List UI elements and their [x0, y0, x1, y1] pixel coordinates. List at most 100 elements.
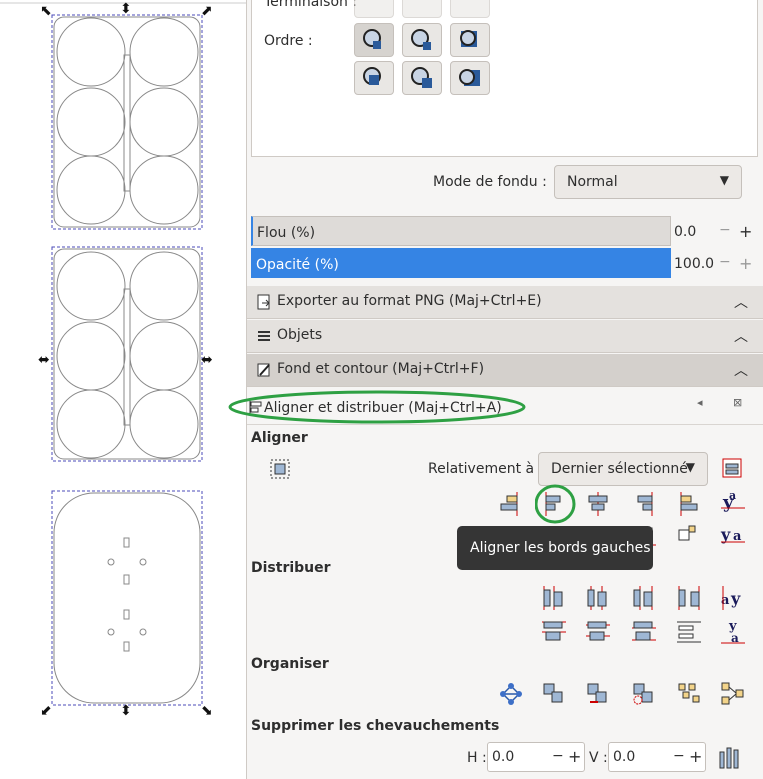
- order-stroke-fill-button[interactable]: [402, 23, 442, 57]
- blend-mode-select[interactable]: Normal ▼: [554, 165, 742, 199]
- svg-text:a: a: [729, 489, 736, 502]
- organiser-title: Organiser: [251, 656, 329, 672]
- chevron-up-icon[interactable]: ︿: [734, 326, 748, 346]
- order-fill-stroke-markers-button[interactable]: [354, 23, 394, 57]
- chevron-down-icon: ▼: [685, 460, 695, 474]
- blend-mode-value: Normal: [567, 174, 618, 190]
- order-icon: [460, 30, 477, 47]
- stroke-style-box: Terminaison : Ordre :: [251, 0, 758, 157]
- distribute-baseline-icon[interactable]: ay: [719, 584, 747, 612]
- unclump-icon[interactable]: [719, 680, 747, 708]
- dock-objets[interactable]: Objets ︿: [247, 320, 763, 353]
- v-value[interactable]: 0.0: [613, 749, 635, 765]
- align-top-to-bottom-icon[interactable]: [675, 522, 703, 550]
- distribute-right-icon[interactable]: [630, 584, 658, 612]
- distribute-top-icon[interactable]: [540, 618, 568, 646]
- svg-text:y: y: [730, 589, 741, 608]
- order-icon: [363, 29, 381, 49]
- distribute-vgaps-icon[interactable]: [675, 618, 703, 646]
- dock-export-png[interactable]: Exporter au format PNG (Maj+Ctrl+E) ︿: [247, 286, 763, 319]
- svg-text:y: y: [720, 525, 731, 544]
- align-left-to-right-icon[interactable]: [675, 490, 703, 518]
- scale-handle-top-right[interactable]: ⬈: [201, 4, 213, 18]
- dock-objets-label: Objets: [277, 327, 323, 343]
- order-stroke-markers-fill-button[interactable]: [402, 61, 442, 95]
- annotation-ellipse: [228, 390, 526, 424]
- distribute-bottom-icon[interactable]: [630, 618, 658, 646]
- scale-handle-bottom[interactable]: ⬍: [120, 704, 132, 718]
- dock-pin-icon[interactable]: ◂: [697, 396, 703, 409]
- remove-overlaps-icon[interactable]: [717, 744, 745, 772]
- align-baseline-text-icon[interactable]: ya: [719, 488, 747, 516]
- h-plus-button[interactable]: +: [568, 747, 581, 766]
- flou-slider[interactable]: Flou (%): [251, 216, 671, 246]
- distribute-left-icon[interactable]: [540, 584, 568, 612]
- opacite-plus-button[interactable]: +: [739, 254, 752, 273]
- aligner-title: Aligner: [251, 430, 308, 446]
- scale-handle-bottom-right[interactable]: ⬊: [201, 704, 213, 718]
- tooltip-text: Aligner les bords gauches: [470, 540, 651, 556]
- flou-label: Flou (%): [257, 225, 316, 241]
- exchange-positions-z-icon[interactable]: [584, 680, 612, 708]
- distribute-middle-icon[interactable]: [584, 618, 612, 646]
- opacite-slider[interactable]: Opacité (%): [251, 248, 671, 278]
- align-center-vertical-icon[interactable]: [584, 490, 612, 518]
- flou-value[interactable]: 0.0: [674, 224, 696, 240]
- scale-handle-top[interactable]: ⬍: [120, 2, 132, 16]
- flou-plus-button[interactable]: +: [739, 222, 752, 241]
- distribute-gaps-icon[interactable]: [675, 584, 703, 612]
- cap-square-button[interactable]: [450, 0, 490, 18]
- selection-as-group-icon[interactable]: [269, 458, 291, 480]
- order-icon: [459, 69, 480, 86]
- scale-handle-top-left[interactable]: ⬉: [40, 4, 52, 18]
- distribuer-title: Distribuer: [251, 560, 331, 576]
- relativement-label: Relativement à :: [428, 461, 544, 477]
- scale-handle-left[interactable]: ⬌: [38, 353, 50, 367]
- order-markers-stroke-fill-button[interactable]: [450, 61, 490, 95]
- dock-fond-contour[interactable]: Fond et contour (Maj+Ctrl+F) ︿: [247, 354, 763, 387]
- scale-handle-bottom-left[interactable]: ⬋: [40, 704, 52, 718]
- align-right-to-left-icon[interactable]: [497, 490, 525, 518]
- close-icon[interactable]: ⊠: [733, 396, 742, 409]
- distribute-baseline-vertical-icon[interactable]: ya: [719, 618, 747, 646]
- chevron-up-icon[interactable]: ︿: [734, 360, 748, 380]
- annotation-circle: [535, 484, 576, 524]
- chevron-down-icon: ▼: [719, 173, 729, 187]
- randomize-positions-icon[interactable]: [675, 680, 703, 708]
- v-plus-button[interactable]: +: [689, 747, 702, 766]
- align-right-edges-icon[interactable]: [630, 490, 658, 518]
- v-minus-button[interactable]: −: [673, 748, 685, 764]
- v-spinbox[interactable]: 0.0 − +: [608, 742, 706, 772]
- order-icon: [363, 67, 381, 85]
- drawing-canvas[interactable]: ⬉ ⬍ ⬈ ⬌ ⬌ ⬋ ⬍ ⬊: [0, 0, 246, 779]
- graph-layout-icon[interactable]: [497, 680, 525, 708]
- flou-minus-button[interactable]: −: [719, 222, 731, 238]
- h-spinbox[interactable]: 0.0 − +: [487, 742, 585, 772]
- mode-fondu-label: Mode de fondu :: [433, 174, 547, 190]
- exchange-positions-clockwise-icon[interactable]: [630, 680, 658, 708]
- h-minus-button[interactable]: −: [552, 748, 564, 764]
- relative-to-value: Dernier sélectionné: [551, 461, 688, 477]
- canvas-drawing: [0, 2, 246, 706]
- dock-export-label: Exporter au format PNG (Maj+Ctrl+E): [277, 293, 542, 309]
- relative-to-select[interactable]: Dernier sélectionné ▼: [538, 452, 708, 486]
- order-markers-fill-stroke-button[interactable]: [354, 61, 394, 95]
- scale-handle-right[interactable]: ⬌: [201, 353, 213, 367]
- align-treat-selection-icon[interactable]: [719, 455, 747, 483]
- opacite-value[interactable]: 100.0: [674, 256, 714, 272]
- cap-round-button[interactable]: [402, 0, 442, 18]
- order-fill-markers-stroke-button[interactable]: [450, 23, 490, 57]
- fill-stroke-icon: [257, 363, 270, 377]
- cap-butt-button[interactable]: [354, 0, 394, 18]
- opacite-minus-button[interactable]: −: [719, 254, 731, 270]
- h-value[interactable]: 0.0: [492, 749, 514, 765]
- tooltip: Aligner les bords gauches: [457, 526, 653, 570]
- v-label: V :: [589, 750, 608, 766]
- exchange-positions-icon[interactable]: [540, 680, 568, 708]
- svg-text:a: a: [721, 593, 730, 608]
- chevron-up-icon[interactable]: ︿: [734, 292, 748, 312]
- align-baseline-horizontal-icon[interactable]: ya: [719, 522, 747, 550]
- dock-panel: Terminaison : Ordre : Mode de fondu : No…: [228, 0, 763, 779]
- export-icon: [257, 294, 270, 310]
- distribute-center-icon[interactable]: [584, 584, 612, 612]
